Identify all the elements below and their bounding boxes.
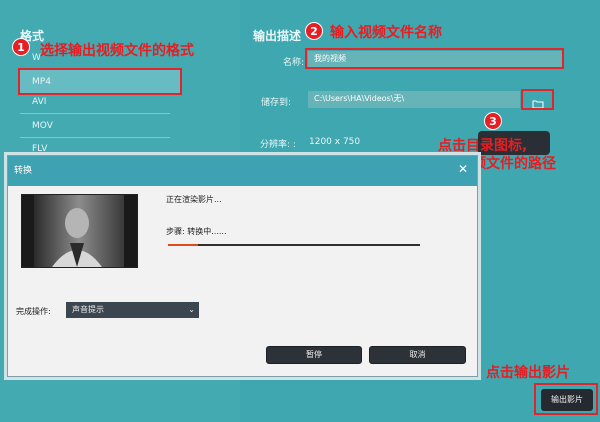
cancel-button[interactable]: 取消: [369, 346, 466, 364]
name-label: 名称:: [283, 58, 305, 68]
conversion-dialog: 转换 ✕ 正在渲染影片... 步骤: 转换中...... 完成操作: 声音提示 …: [7, 155, 478, 377]
render-progress-fill: [168, 244, 199, 246]
resolution-label: 分辨率: :: [260, 140, 296, 150]
callout-3-number: 3: [484, 112, 502, 130]
format-item-mov[interactable]: MOV: [20, 114, 170, 138]
save-location-label: 储存到:: [261, 98, 292, 108]
callout-1-text: 选择输出视频文件的格式: [40, 43, 194, 59]
folder-highlight-box: [521, 89, 554, 110]
save-path-field[interactable]: C:\Users\HA\Videos\无\: [308, 91, 520, 108]
rendering-status: 正在渲染影片...: [166, 195, 222, 204]
complete-action-value: 声音提示: [72, 305, 104, 314]
video-thumbnail: [21, 194, 138, 268]
callout-3-line1: 点击目录图标,: [438, 138, 528, 154]
pause-button[interactable]: 暂停: [266, 346, 362, 364]
name-highlight-box: [305, 48, 564, 69]
complete-action-label: 完成操作:: [16, 307, 51, 316]
callout-4-text: 点击输出影片: [486, 365, 570, 381]
callout-1-number: 1: [12, 38, 30, 56]
step-status: 步骤: 转换中......: [166, 227, 227, 236]
dialog-close-icon[interactable]: ✕: [458, 162, 468, 176]
resolution-value: 1200 x 750: [309, 137, 361, 147]
output-section-title: 输出描述: [253, 29, 302, 43]
callout-2-text: 输入视频文件名称: [330, 25, 442, 41]
format-item-avi[interactable]: AVI: [20, 90, 170, 114]
export-highlight-box: [534, 383, 598, 415]
complete-action-select[interactable]: 声音提示 ⌄: [66, 302, 199, 318]
render-progress-bar: [168, 244, 420, 246]
chevron-down-icon: ⌄: [188, 305, 195, 314]
dialog-title: 转换: [8, 156, 477, 186]
callout-2-number: 2: [305, 22, 323, 40]
